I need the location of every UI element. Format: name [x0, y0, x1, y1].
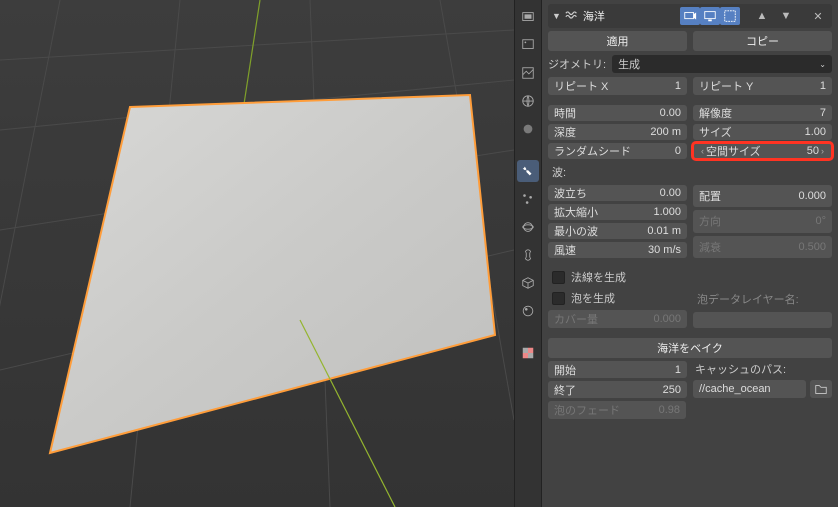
tab-scene-icon[interactable]	[517, 90, 539, 112]
tab-physics-icon[interactable]	[517, 216, 539, 238]
foam-fade-field: 泡のフェード0.98	[548, 401, 686, 419]
tab-modifier-icon[interactable]	[517, 160, 539, 182]
time-field[interactable]: 時間0.00	[548, 105, 687, 121]
frame-start-field[interactable]: 開始1	[548, 361, 687, 378]
copy-button[interactable]: コピー	[693, 31, 832, 51]
cache-path-label: キャッシュのパス:	[693, 361, 832, 377]
bake-ocean-button[interactable]: 海洋をベイク	[548, 338, 832, 358]
tab-material-icon[interactable]	[517, 300, 539, 322]
alignment-field[interactable]: 配置0.000	[693, 185, 832, 207]
frame-end-field[interactable]: 終了250	[548, 381, 687, 398]
choppiness-field[interactable]: 波立ち0.00	[548, 185, 687, 201]
depth-field[interactable]: 深度200 m	[548, 124, 687, 140]
foam-layer-label: 泡データレイヤー名:	[693, 289, 832, 309]
foam-coverage-field: カバー量0.000	[548, 310, 687, 328]
foam-layer-name-field	[693, 312, 832, 328]
modifier-header: ▼ 海洋 ▲ ▼ ✕	[548, 4, 832, 28]
move-down-icon[interactable]: ▼	[776, 7, 796, 25]
spatial-size-field[interactable]: ‹空間サイズ50›	[693, 143, 832, 159]
properties-tab-strip	[514, 0, 542, 507]
folder-browse-icon[interactable]	[810, 380, 832, 398]
tab-output-icon[interactable]	[517, 34, 539, 56]
size-field[interactable]: サイズ1.00	[693, 124, 832, 140]
direction-field: 方向0°	[693, 210, 832, 232]
resolution-field[interactable]: 解像度7	[693, 105, 832, 121]
scale-field[interactable]: 拡大縮小1.000	[548, 204, 687, 220]
repeat-y-field[interactable]: リピート Y1	[693, 77, 832, 95]
geometry-label: ジオメトリ:	[548, 56, 606, 72]
tab-render-icon[interactable]	[517, 6, 539, 28]
modifier-properties-panel: ▼ 海洋 ▲ ▼ ✕ 適用 コピー ジオメトリ: 生成 ⌄ リピート X1 リピ…	[542, 0, 838, 507]
move-up-icon[interactable]: ▲	[752, 7, 772, 25]
repeat-x-field[interactable]: リピート X1	[548, 77, 687, 95]
generate-normals-checkbox[interactable]: 法線を生成	[548, 268, 687, 286]
tab-texture-icon[interactable]	[517, 342, 539, 364]
chevron-left-icon: ‹	[699, 146, 706, 156]
tab-world-icon[interactable]	[517, 118, 539, 140]
display-realtime-icon[interactable]	[700, 7, 720, 25]
display-editmode-icon[interactable]	[720, 7, 740, 25]
tab-mesh-icon[interactable]	[517, 272, 539, 294]
viewport-3d[interactable]	[0, 0, 514, 507]
tab-view-layer-icon[interactable]	[517, 62, 539, 84]
random-seed-field[interactable]: ランダムシード0	[548, 143, 687, 159]
geometry-mode-select[interactable]: 生成 ⌄	[612, 55, 832, 73]
wind-velocity-field[interactable]: 風速30 m/s	[548, 242, 687, 258]
wave-section-header: 波:	[548, 162, 832, 182]
display-render-icon[interactable]	[680, 7, 700, 25]
ocean-modifier-icon	[565, 8, 579, 25]
smallest-wave-field[interactable]: 最小の波0.01 m	[548, 223, 687, 239]
modifier-name[interactable]: 海洋	[583, 8, 676, 24]
chevron-down-icon: ⌄	[819, 60, 826, 69]
expand-toggle-icon[interactable]: ▼	[552, 11, 561, 21]
chevron-right-icon: ›	[819, 146, 826, 156]
apply-button[interactable]: 適用	[548, 31, 687, 51]
tab-constraint-icon[interactable]	[517, 244, 539, 266]
close-icon[interactable]: ✕	[808, 7, 828, 25]
cache-path-field[interactable]: //cache_ocean	[693, 380, 806, 398]
generate-foam-checkbox[interactable]: 泡を生成	[548, 289, 687, 307]
tab-particles-icon[interactable]	[517, 188, 539, 210]
damping-field: 減衰0.500	[693, 236, 832, 258]
